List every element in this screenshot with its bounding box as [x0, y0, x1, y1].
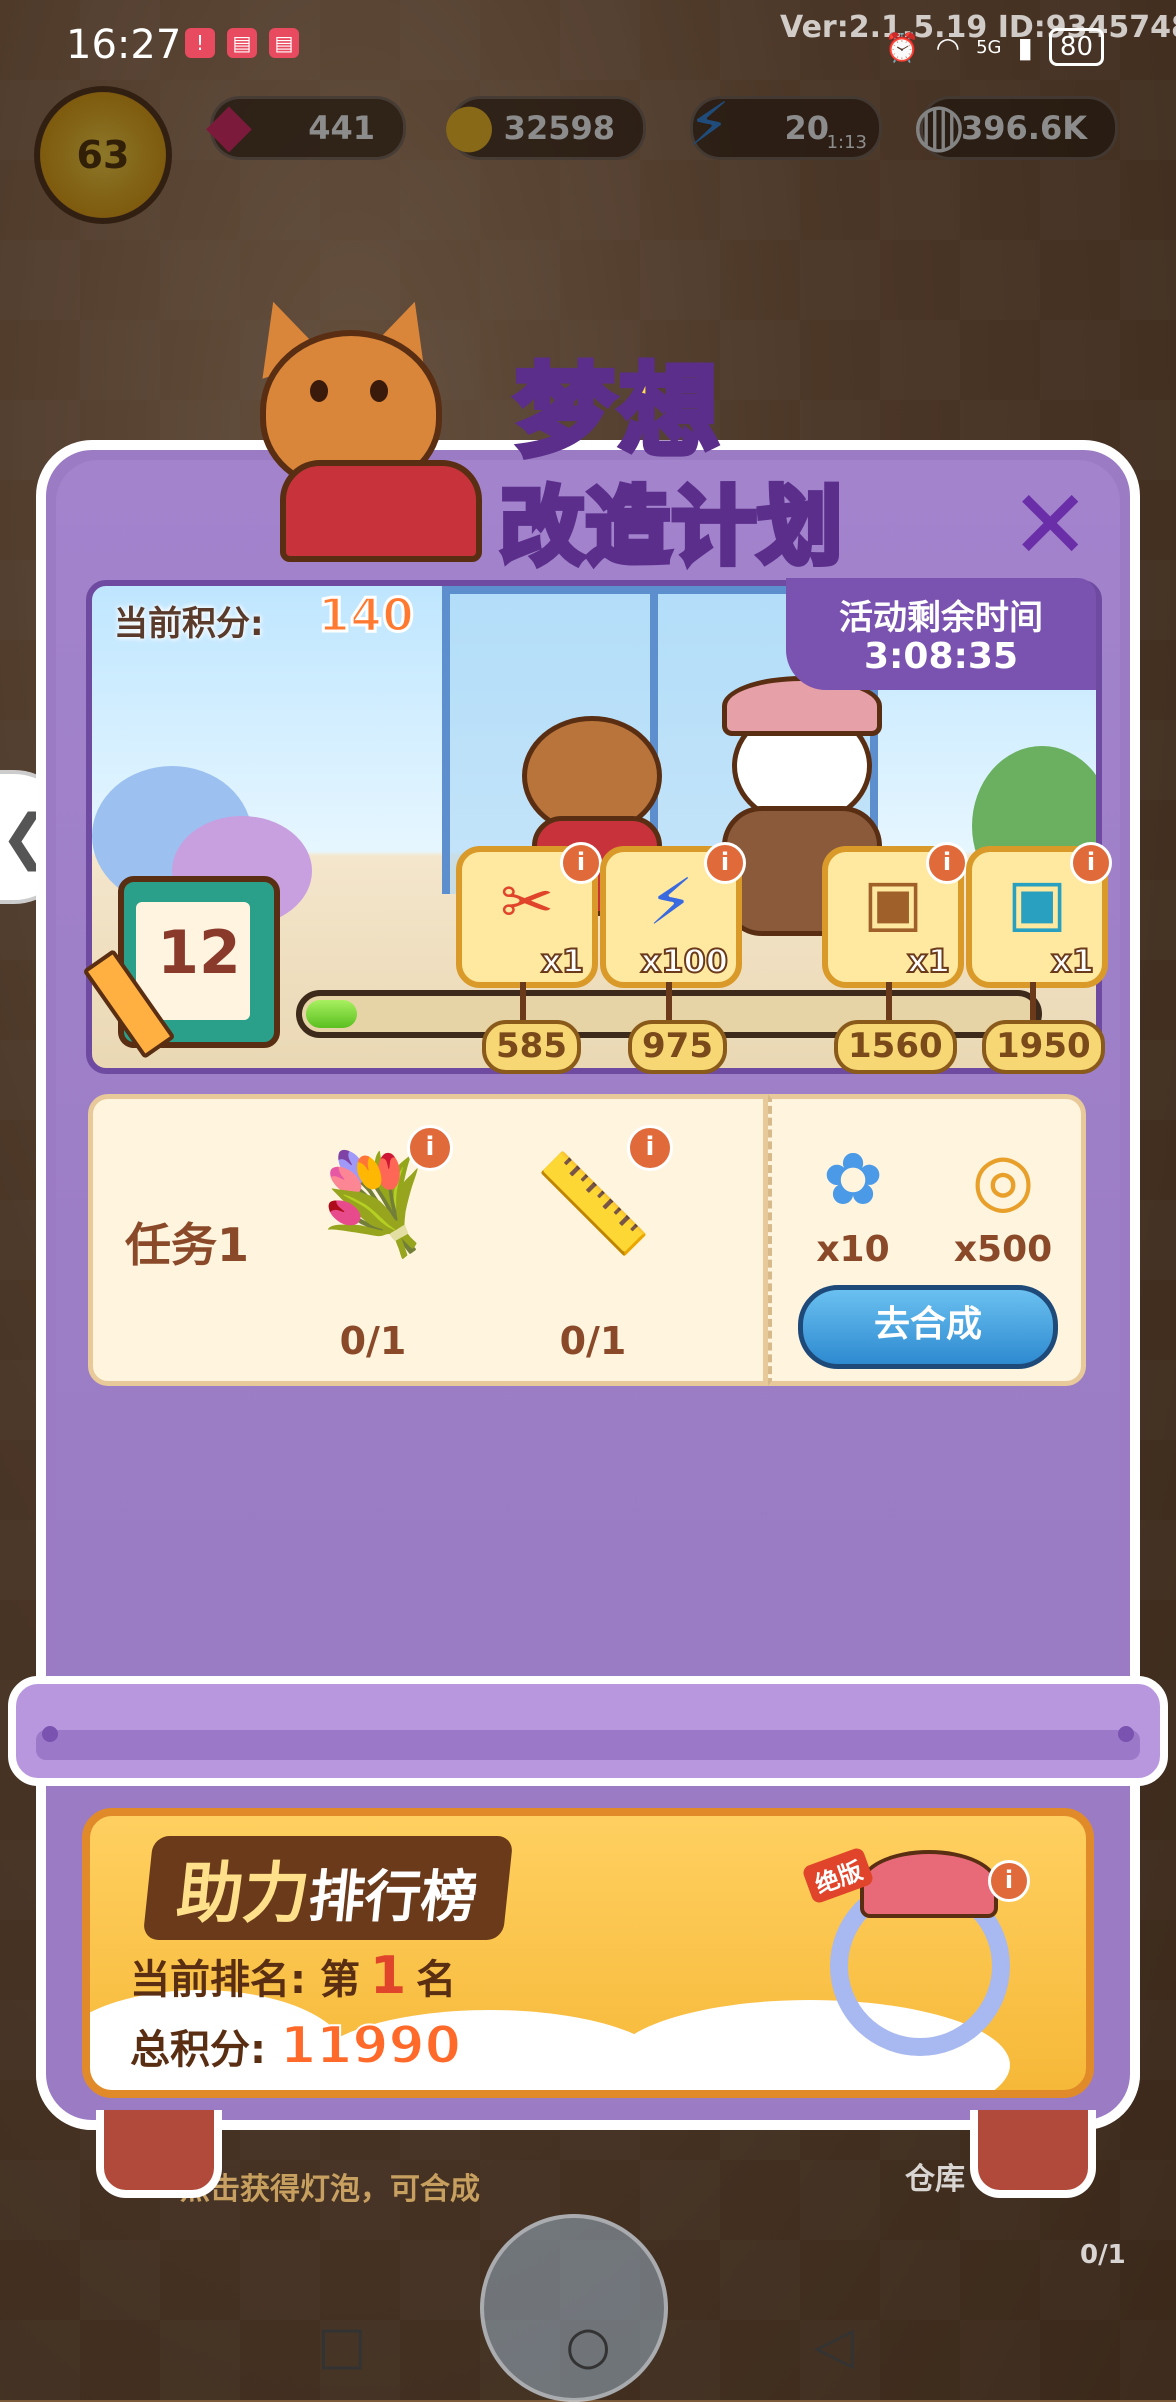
- warehouse-label: 仓库: [905, 2162, 965, 2197]
- battery-icon: 80: [1048, 28, 1104, 66]
- reward-energy[interactable]: ⚡ x100 i: [600, 842, 746, 988]
- fox-body: [280, 460, 482, 562]
- task-item-level-tool[interactable]: 📏 i: [513, 1125, 673, 1279]
- task-title: 任务1: [125, 1218, 250, 1272]
- ranking-card[interactable]: 助力排行榜 当前排名: 第1名 总积分: 11990 绝版 i: [82, 1808, 1094, 2098]
- system-nav-bar: □ ○ ◁: [0, 2296, 1176, 2400]
- timer-label: 活动剩余时间: [839, 598, 1043, 638]
- shelf-bolt: [42, 1726, 58, 1742]
- progress-fill: [306, 1000, 358, 1028]
- milestone-stem: [520, 982, 526, 1022]
- milestone-stem: [1030, 982, 1036, 1022]
- total-score-value: 11990: [279, 2015, 462, 2077]
- milestone-1560: 1560: [834, 1020, 957, 1074]
- reward-qty: x1: [540, 941, 585, 981]
- current-score-label: 当前积分:: [114, 604, 264, 644]
- frame-hat: [860, 1850, 998, 1918]
- avatar-frame-reward[interactable]: 绝版 i: [801, 1836, 1030, 2076]
- task-reward-qty: x500: [953, 1229, 1053, 1270]
- go-merge-button[interactable]: 去合成: [798, 1285, 1058, 1369]
- panel-leg-left: [96, 2110, 222, 2198]
- ranking-title-small: 排行榜: [305, 1865, 481, 1930]
- milestone-1950: 1950: [982, 1020, 1105, 1074]
- rank-value: 1: [369, 1946, 407, 2006]
- milestone-stem: [666, 982, 672, 1022]
- close-icon[interactable]: ✕: [1010, 477, 1090, 573]
- reward-qty: x100: [640, 941, 729, 981]
- info-icon[interactable]: i: [704, 842, 746, 884]
- reward-qty: x1: [1050, 941, 1095, 981]
- status-bar: 16:27 ! ▤ ▤ Ver:2.1.5.19 ID:93457484 ⏰ ◠…: [0, 0, 1176, 90]
- event-title-line1: 梦想: [512, 350, 723, 473]
- ranking-title-big: 助力: [173, 1855, 314, 1932]
- info-icon[interactable]: i: [627, 1125, 673, 1171]
- current-rank: 当前排名: 第1名: [130, 1946, 456, 2006]
- total-score-label: 总积分:: [130, 2027, 266, 2073]
- milestone-585: 585: [482, 1020, 581, 1074]
- notification-icons: ! ▤ ▤: [185, 28, 299, 58]
- panel-shelf: [0, 1676, 1176, 1796]
- shelf-bar: [8, 1676, 1168, 1786]
- rank-label: 当前排名:: [130, 1957, 306, 2003]
- total-score: 总积分: 11990: [130, 2015, 462, 2077]
- back-icon[interactable]: ◁: [804, 2316, 864, 2376]
- task-requirements: 任务1 💐 i 0/1 📏 i 0/1: [88, 1094, 768, 1386]
- calendar-day: 12: [157, 918, 241, 988]
- info-icon[interactable]: i: [560, 842, 602, 884]
- panel-leg-right: [970, 2110, 1096, 2198]
- info-icon[interactable]: i: [988, 1860, 1030, 1902]
- status-icons: ⏰ ◠ 5G ▮ 80: [885, 28, 1104, 66]
- fox-eye: [310, 380, 328, 402]
- task-item-flowerpot[interactable]: 💐 i: [293, 1125, 453, 1279]
- fox-mascot: [220, 290, 500, 562]
- signal-icon: ▮: [1017, 30, 1033, 64]
- home-icon[interactable]: ○: [558, 2316, 618, 2376]
- background-hint-text: 点击获得灯泡，可合成: [180, 2172, 480, 2207]
- task-reward-flower[interactable]: ✿: [798, 1129, 908, 1229]
- task-card: 任务1 💐 i 0/1 📏 i 0/1 ✿ x10 ◎ x500 去合成: [88, 1094, 1086, 1386]
- timer-value: 3:08:35: [863, 636, 1019, 677]
- info-icon[interactable]: i: [1070, 842, 1112, 884]
- task-rewards: ✿ x10 ◎ x500 去合成: [768, 1094, 1086, 1386]
- wifi-icon: ◠: [935, 30, 961, 64]
- current-score-value: 140: [316, 587, 415, 644]
- event-title-line2: 改造计划: [497, 475, 845, 579]
- background-counter: 0/1: [1080, 2240, 1126, 2270]
- blue-flower-icon: ✿: [822, 1137, 884, 1221]
- milestone-stem: [886, 982, 892, 1022]
- ranking-title: 助力排行榜: [142, 1836, 514, 1940]
- book-notification-icon-2: ▤: [269, 28, 299, 58]
- task-item-progress: 0/1: [339, 1319, 407, 1363]
- reward-qty: x1: [906, 941, 951, 981]
- signal-label: 5G: [976, 36, 1002, 58]
- reward-scissors[interactable]: ✂ x1 i: [456, 842, 602, 988]
- reward-blue-chest[interactable]: ▣ x1 i: [966, 842, 1112, 988]
- coin-stack-icon: ◎: [971, 1137, 1035, 1221]
- book-notification-icon: ▤: [227, 28, 257, 58]
- shelf-bolt: [1118, 1726, 1134, 1742]
- rank-suffix: 名: [416, 1957, 457, 2003]
- task-reward-coins[interactable]: ◎: [948, 1129, 1058, 1229]
- fox-eye: [370, 380, 388, 402]
- task-item-progress: 0/1: [559, 1319, 627, 1363]
- info-icon[interactable]: i: [407, 1125, 453, 1171]
- alert-notification-icon: !: [185, 28, 215, 58]
- task-reward-qty: x10: [816, 1229, 890, 1270]
- reward-wooden-chest[interactable]: ▣ x1 i: [822, 842, 968, 988]
- event-timer: 活动剩余时间 3:08:35: [786, 578, 1096, 690]
- alarm-icon: ⏰: [884, 30, 920, 64]
- info-icon[interactable]: i: [926, 842, 968, 884]
- status-time: 16:27: [66, 22, 182, 68]
- milestone-975: 975: [628, 1020, 727, 1074]
- recent-apps-icon[interactable]: □: [312, 2316, 372, 2376]
- rank-prefix: 第: [319, 1957, 360, 2003]
